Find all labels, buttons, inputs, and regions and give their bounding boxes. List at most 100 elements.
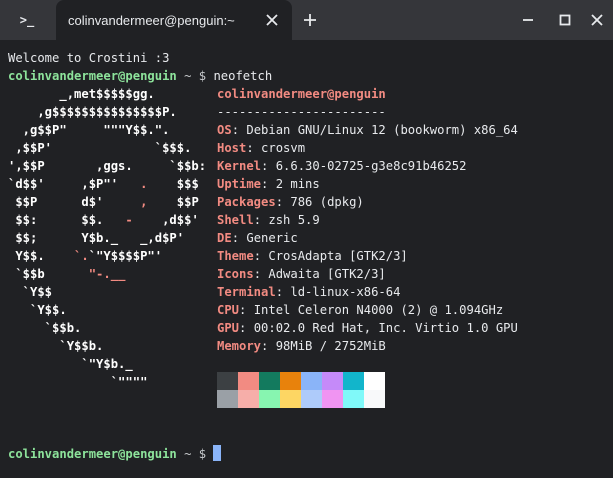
color-swatch bbox=[343, 372, 364, 390]
color-swatch bbox=[280, 390, 301, 408]
info-row: GPU: 00:02.0 Red Hat, Inc. Virtio 1.0 GP… bbox=[217, 319, 518, 337]
logo-segment: $$P d$' bbox=[8, 195, 141, 209]
info-key: CPU bbox=[217, 303, 240, 317]
logo-line: `Y$$. bbox=[8, 301, 67, 319]
color-swatch bbox=[259, 372, 280, 390]
info-row: Icons: Adwaita [GTK2/3] bbox=[217, 265, 386, 283]
logo-segment: $$; Y$b._ _,d$P' bbox=[8, 231, 185, 245]
terminal-output[interactable]: Welcome to Crostini :3 colinvandermeer@p… bbox=[0, 40, 613, 478]
color-swatch bbox=[280, 372, 301, 390]
color-swatch bbox=[343, 390, 364, 408]
info-separator: ----------------------- bbox=[217, 105, 386, 119]
title-bar: >_ colinvandermeer@penguin:~ bbox=[0, 0, 613, 40]
logo-segment: `"Y$b._ bbox=[8, 357, 133, 371]
welcome-line: Welcome to Crostini :3 bbox=[8, 51, 170, 65]
info-key: GPU bbox=[217, 321, 240, 335]
info-key: Shell bbox=[217, 213, 254, 227]
info-value: : 786 (dpkg) bbox=[275, 195, 364, 209]
logo-segment: `"""" bbox=[8, 375, 148, 389]
color-swatch bbox=[238, 390, 259, 408]
info-key: Icons bbox=[217, 267, 254, 281]
logo-segment: `$$b. bbox=[8, 321, 82, 335]
info-value: : zsh 5.9 bbox=[253, 213, 320, 227]
color-swatch bbox=[217, 390, 238, 408]
info-value: : Generic bbox=[231, 231, 298, 245]
logo-line: _,met$$$$$gg. bbox=[8, 85, 155, 103]
tab-title: colinvandermeer@penguin:~ bbox=[68, 12, 235, 28]
info-key: DE bbox=[217, 231, 232, 245]
logo-segment: ,g$$$$$$$$$$$$$$$P. bbox=[8, 105, 177, 119]
close-icon[interactable] bbox=[585, 8, 609, 32]
color-swatch bbox=[217, 372, 238, 390]
color-swatch bbox=[259, 390, 280, 408]
logo-segment: ',$$P ,ggs. `$$b: bbox=[8, 159, 207, 173]
info-key: Kernel bbox=[217, 159, 262, 173]
logo-line: `Y$$b. bbox=[8, 337, 103, 355]
info-row: CPU: Intel Celeron N4000 (2) @ 1.094GHz bbox=[217, 301, 503, 319]
final-prompt-line: colinvandermeer@penguin ~ $ bbox=[8, 445, 222, 463]
logo-line: ,$$P' `$$$. bbox=[8, 139, 191, 157]
info-value: : CrosAdapta [GTK2/3] bbox=[253, 249, 408, 263]
color-swatch bbox=[322, 372, 343, 390]
maximize-icon[interactable] bbox=[553, 8, 577, 32]
logo-segment: Y$$. bbox=[8, 249, 75, 263]
color-swatch bbox=[364, 372, 385, 390]
info-key: Packages bbox=[217, 195, 276, 209]
text-cursor bbox=[213, 445, 222, 461]
logo-line: $$; Y$b._ _,d$P' bbox=[8, 229, 184, 247]
terminal-window: >_ colinvandermeer@penguin:~ Welcome to … bbox=[0, 0, 613, 478]
logo-segment: `Y$$b. bbox=[8, 339, 104, 353]
palette-row bbox=[217, 390, 385, 408]
info-row: Shell: zsh 5.9 bbox=[217, 211, 320, 229]
logo-segment: _,met$$$$$gg. bbox=[8, 87, 155, 101]
info-value: : 6.6.30-02725-g3e8c91b46252 bbox=[261, 159, 467, 173]
logo-segment: `Y$$. bbox=[8, 303, 67, 317]
color-swatch bbox=[364, 390, 385, 408]
prompt-symbol: ~ $ bbox=[176, 69, 214, 83]
info-row: OS: Debian GNU/Linux 12 (bookworm) x86_6… bbox=[217, 121, 518, 139]
info-key: Uptime bbox=[217, 177, 262, 191]
logo-line: ,g$$$$$$$$$$$$$$$P. bbox=[8, 103, 177, 121]
info-value: : Debian GNU/Linux 12 (bookworm) x86_64 bbox=[231, 123, 518, 137]
logo-line: $$: $$. - ,d$$' bbox=[8, 211, 198, 229]
logo-line: ',$$P ,ggs. `$$b: bbox=[8, 157, 206, 175]
info-value: : ld-linux-x86-64 bbox=[275, 285, 401, 299]
info-value: : Adwaita [GTK2/3] bbox=[253, 267, 386, 281]
logo-line: ,g$$P" """Y$$.". bbox=[8, 121, 170, 139]
logo-segment: ,g$$P" """Y$$.". bbox=[8, 123, 170, 137]
info-row: Packages: 786 (dpkg) bbox=[217, 193, 364, 211]
info-row: Uptime: 2 mins bbox=[217, 175, 320, 193]
logo-segment: `Y$$ bbox=[8, 285, 53, 299]
minimize-icon[interactable] bbox=[516, 8, 540, 32]
color-swatch bbox=[301, 390, 322, 408]
logo-line: `"""" bbox=[8, 373, 148, 391]
command-line: colinvandermeer@penguin ~ $ neofetch bbox=[8, 67, 272, 85]
logo-segment: ,$$P' `$$$. bbox=[8, 141, 192, 155]
logo-line: `Y$$ bbox=[8, 283, 52, 301]
info-key: Theme bbox=[217, 249, 254, 263]
plus-icon[interactable] bbox=[298, 8, 322, 32]
logo-segment: "-.__ bbox=[88, 267, 126, 281]
logo-line: `$$b "-.__ bbox=[8, 265, 125, 283]
tab-terminal[interactable]: colinvandermeer@penguin:~ bbox=[56, 0, 292, 40]
info-row: Theme: CrosAdapta [GTK2/3] bbox=[217, 247, 408, 265]
logo-segment: `. bbox=[74, 249, 89, 263]
logo-segment: `$$b bbox=[8, 267, 89, 281]
info-key: Host bbox=[217, 141, 247, 155]
terminal-icon[interactable]: >_ bbox=[14, 8, 40, 32]
close-icon[interactable] bbox=[262, 10, 282, 30]
logo-segment: $$: $$. bbox=[8, 213, 126, 227]
palette-row bbox=[217, 372, 385, 390]
prompt-user: colinvandermeer@penguin bbox=[8, 447, 177, 461]
info-key: OS bbox=[217, 123, 232, 137]
info-key: Terminal bbox=[217, 285, 276, 299]
logo-line: $$P d$' , $$P bbox=[8, 193, 198, 211]
info-value: : 98MiB / 2752MiB bbox=[261, 339, 386, 353]
logo-segment: - bbox=[125, 213, 133, 227]
info-row: DE: Generic bbox=[217, 229, 298, 247]
info-key: Memory bbox=[217, 339, 262, 353]
command-text: neofetch bbox=[213, 69, 273, 83]
prompt-user: colinvandermeer@penguin bbox=[8, 69, 177, 83]
info-row: Kernel: 6.6.30-02725-g3e8c91b46252 bbox=[217, 157, 466, 175]
color-swatch bbox=[301, 372, 322, 390]
